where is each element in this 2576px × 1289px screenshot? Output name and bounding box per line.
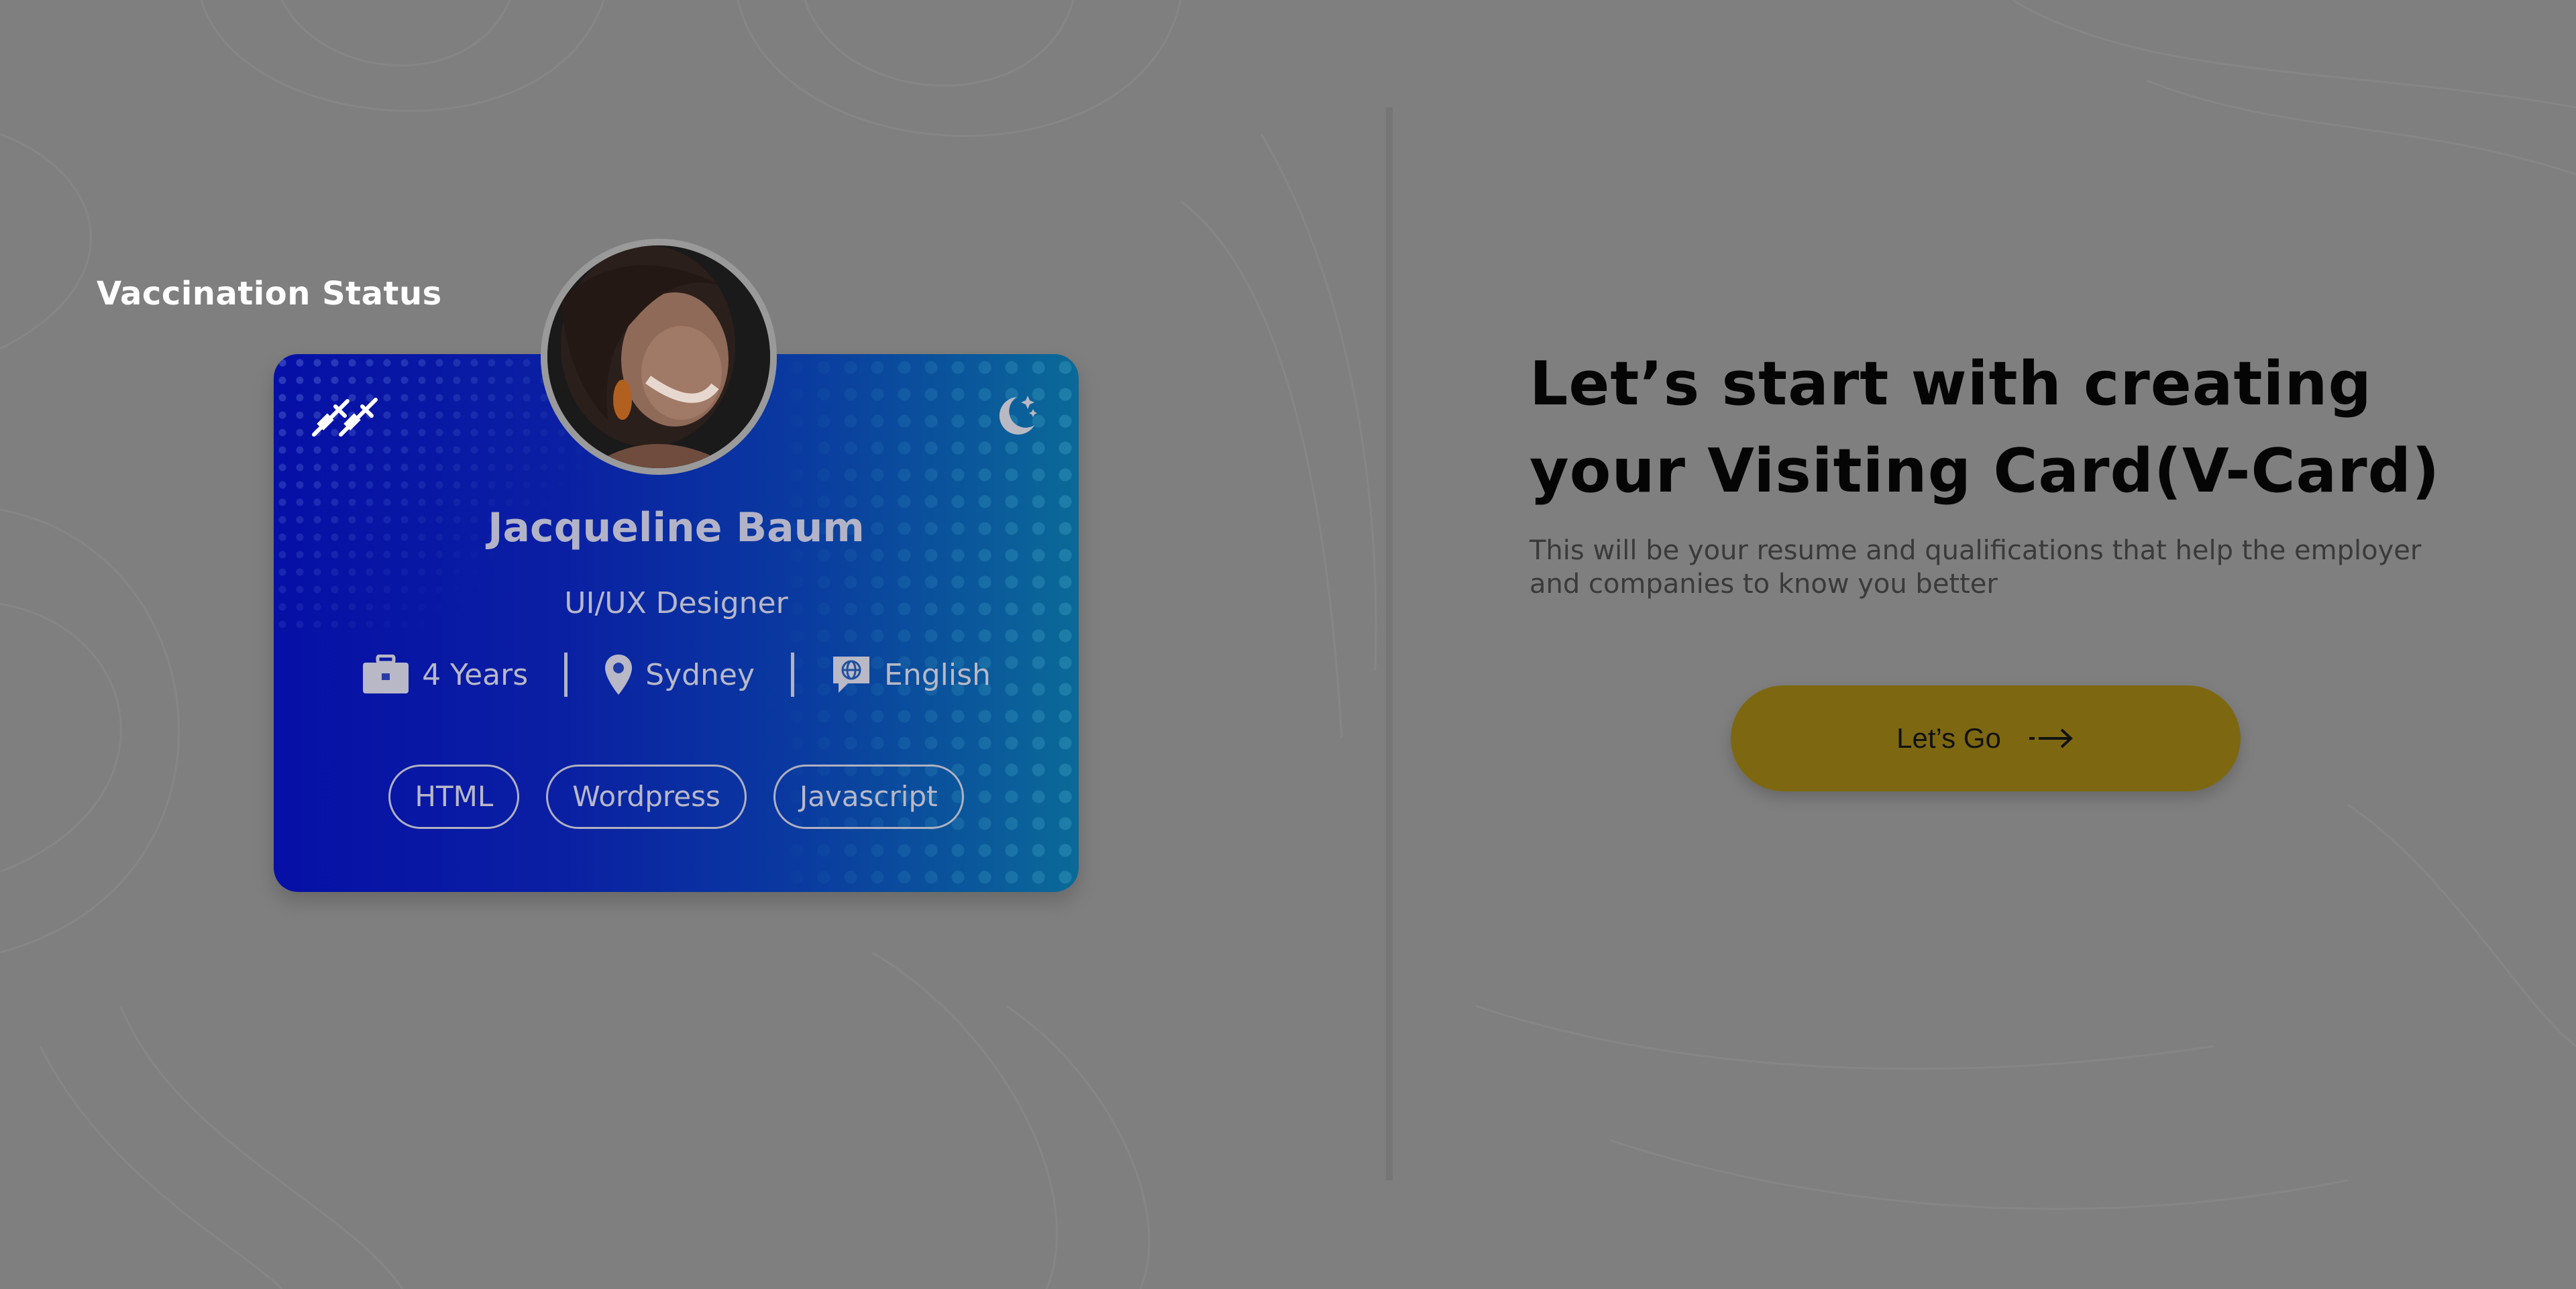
experience-text: 4 Years: [422, 657, 529, 692]
skill-tag-html[interactable]: HTML: [388, 765, 520, 829]
card-role: UI/UX Designer: [564, 586, 788, 620]
language-item: English: [830, 654, 991, 695]
headline-line-2: your Visiting Card(V-Card): [1529, 436, 2440, 506]
page-description: This will be your resume and qualificati…: [1529, 535, 2422, 600]
experience-item: 4 Years: [362, 655, 528, 695]
headline-line-1: Let’s start with creating: [1529, 349, 2372, 419]
globe-chat-icon: [833, 657, 870, 693]
syringe-icon: [312, 398, 378, 437]
skill-tag-wordpress[interactable]: Wordpress: [546, 765, 747, 829]
panel-divider: [1386, 107, 1393, 1180]
profile-photo: [547, 245, 770, 468]
card-info-row: 4 Years Sydney English: [274, 648, 1079, 702]
location-item: Sydney: [604, 653, 755, 696]
avatar: [541, 239, 777, 475]
skill-tag-javascript[interactable]: Javascript: [773, 765, 964, 829]
info-separator: [564, 653, 568, 697]
card-name: Jacqueline Baum: [488, 504, 865, 551]
arrow-right-icon: [2029, 728, 2073, 748]
page-headline: Let’s start with creating your Visiting …: [1529, 341, 2455, 515]
location-pin-icon: [605, 655, 633, 695]
info-separator: [791, 653, 795, 697]
location-text: Sydney: [645, 657, 755, 692]
language-text: English: [884, 657, 991, 692]
moon-icon[interactable]: [994, 390, 1038, 437]
briefcase-icon: [363, 655, 409, 693]
lets-go-button[interactable]: Let’s Go: [1731, 685, 2241, 791]
vaccination-status-label: Vaccination Status: [97, 275, 442, 313]
lets-go-label: Let’s Go: [1896, 722, 2001, 754]
skill-tags: HTML Wordpress Javascript: [274, 765, 1079, 829]
